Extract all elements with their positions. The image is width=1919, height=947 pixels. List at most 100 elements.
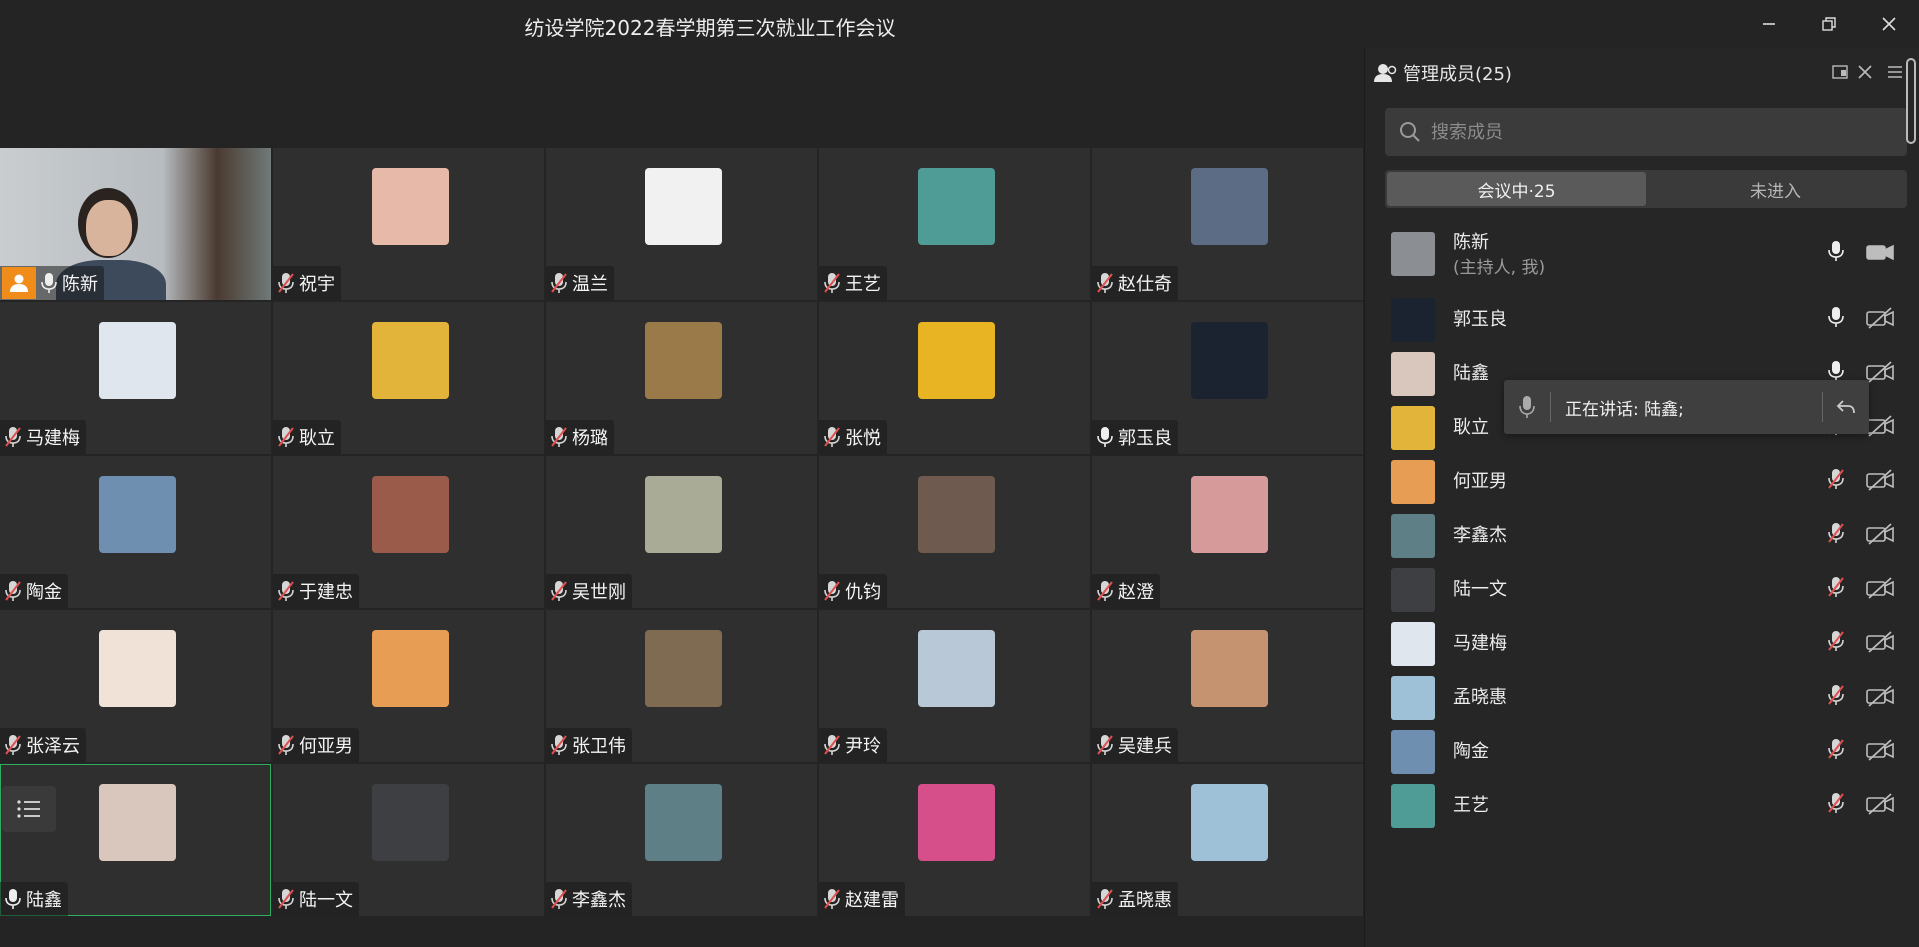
mic-muted-icon xyxy=(1828,523,1844,543)
participant-tile[interactable]: 仇钧 xyxy=(819,456,1090,608)
participant-tile[interactable]: 张悦 xyxy=(819,302,1090,454)
member-camera-toggle[interactable] xyxy=(1865,522,1897,548)
mic-muted-icon xyxy=(824,889,840,909)
close-window-button[interactable] xyxy=(1874,10,1904,38)
avatar xyxy=(372,630,449,707)
participant-label: 仇钧 xyxy=(819,574,887,608)
member-mic-toggle[interactable] xyxy=(1827,630,1851,656)
participant-tile[interactable]: 尹玲 xyxy=(819,610,1090,762)
member-mic-toggle[interactable] xyxy=(1827,738,1851,764)
participant-label: 杨璐 xyxy=(546,420,614,454)
tab-not-joined[interactable]: 未进入 xyxy=(1646,172,1905,206)
avatar xyxy=(918,322,995,399)
minimize-button[interactable] xyxy=(1754,10,1784,38)
member-avatar xyxy=(1391,784,1435,828)
member-search[interactable] xyxy=(1385,108,1907,156)
return-icon xyxy=(1836,400,1855,414)
participant-tile[interactable]: 孟晓惠 xyxy=(1092,764,1363,916)
participant-tile[interactable]: 张卫伟 xyxy=(546,610,817,762)
member-name: 王艺 xyxy=(1453,795,1489,816)
participant-label: 李鑫杰 xyxy=(546,882,632,916)
avatar xyxy=(645,784,722,861)
participant-tile[interactable]: 耿立 xyxy=(273,302,544,454)
member-camera-toggle[interactable] xyxy=(1865,738,1897,764)
participant-tile[interactable]: 马建梅 xyxy=(0,302,271,454)
popout-panel-button[interactable] xyxy=(1831,62,1853,84)
close-panel-button[interactable] xyxy=(1855,62,1877,84)
avatar xyxy=(645,322,722,399)
tile-menu-button[interactable] xyxy=(2,786,56,832)
member-camera-toggle[interactable] xyxy=(1865,360,1897,386)
participant-tile[interactable]: 赵澄 xyxy=(1092,456,1363,608)
member-camera-toggle[interactable] xyxy=(1865,576,1897,602)
member-avatar xyxy=(1391,676,1435,720)
panel-menu-button[interactable] xyxy=(1885,62,1907,84)
video-grid: 陈新 祝宇 温兰 王艺 赵仕奇马建梅 耿立 杨璐 张悦 郭玉良陶金 于建忠 吴世刚 仇钧 赵澄张泽云 何亚… xyxy=(0,148,1363,918)
participant-tile[interactable]: 李鑫杰 xyxy=(546,764,817,916)
participant-name: 吴建兵 xyxy=(1118,736,1172,757)
participant-tile[interactable]: 吴世刚 xyxy=(546,456,817,608)
camera-off-icon xyxy=(1866,469,1894,491)
participant-tile[interactable]: 郭玉良 xyxy=(1092,302,1363,454)
mic-icon xyxy=(1097,427,1113,447)
member-mic-toggle[interactable] xyxy=(1827,468,1851,494)
participant-label: 陆鑫 xyxy=(0,882,68,916)
member-camera-toggle[interactable] xyxy=(1865,468,1897,494)
mic-muted-icon xyxy=(275,270,297,296)
mic-muted-icon xyxy=(551,889,567,909)
member-mic-toggle[interactable] xyxy=(1827,684,1851,710)
camera-off-icon xyxy=(1866,415,1894,437)
participant-tile[interactable]: 祝宇 xyxy=(273,148,544,300)
participant-tile[interactable]: 陆一文 xyxy=(273,764,544,916)
member-mic-toggle[interactable] xyxy=(1827,522,1851,548)
mic-muted-icon xyxy=(2,578,24,604)
mic-muted-icon xyxy=(5,581,21,601)
participant-tile[interactable]: 赵仕奇 xyxy=(1092,148,1363,300)
avatar xyxy=(1191,476,1268,553)
member-name: 李鑫杰 xyxy=(1453,525,1507,546)
camera-off-icon xyxy=(1866,523,1894,545)
avatar xyxy=(918,630,995,707)
mic-muted-icon xyxy=(824,581,840,601)
mic-muted-icon xyxy=(548,270,570,296)
avatar xyxy=(99,476,176,553)
member-mic-toggle[interactable] xyxy=(1827,576,1851,602)
member-camera-toggle[interactable] xyxy=(1865,306,1897,332)
member-camera-toggle[interactable] xyxy=(1865,240,1897,266)
participant-tile[interactable]: 温兰 xyxy=(546,148,817,300)
participant-tile[interactable]: 吴建兵 xyxy=(1092,610,1363,762)
avatar xyxy=(372,322,449,399)
participant-tile[interactable]: 王艺 xyxy=(819,148,1090,300)
member-camera-toggle[interactable] xyxy=(1865,630,1897,656)
member-mic-toggle[interactable] xyxy=(1827,306,1851,332)
participant-tile[interactable]: 陆鑫 xyxy=(0,764,271,916)
member-camera-toggle[interactable] xyxy=(1865,414,1897,440)
participant-label: 于建忠 xyxy=(273,574,359,608)
avatar xyxy=(99,322,176,399)
member-mic-toggle[interactable] xyxy=(1827,792,1851,818)
participant-tile[interactable]: 赵建雷 xyxy=(819,764,1090,916)
member-row[interactable]: 陈新 (主持人, 我) xyxy=(1365,220,1919,286)
avatar xyxy=(372,784,449,861)
search-input[interactable] xyxy=(1431,121,1871,143)
participant-tile[interactable]: 陈新 xyxy=(0,148,271,300)
participant-tile[interactable]: 何亚男 xyxy=(273,610,544,762)
participant-label: 陈新 xyxy=(0,266,104,300)
tab-in-meeting[interactable]: 会议中·25 xyxy=(1387,172,1646,206)
participant-name: 尹玲 xyxy=(845,736,881,757)
participant-name: 仇钧 xyxy=(845,582,881,603)
participant-tile[interactable]: 杨璐 xyxy=(546,302,817,454)
window-title: 纺设学院2022春学期第三次就业工作会议 xyxy=(524,16,896,40)
member-camera-toggle[interactable] xyxy=(1865,792,1897,818)
member-camera-toggle[interactable] xyxy=(1865,684,1897,710)
member-mic-toggle[interactable] xyxy=(1827,240,1851,266)
collapse-toast-button[interactable] xyxy=(1823,398,1869,416)
participant-label: 何亚男 xyxy=(273,728,359,762)
restore-button[interactable] xyxy=(1814,10,1844,38)
participant-tile[interactable]: 于建忠 xyxy=(273,456,544,608)
member-row[interactable]: 王艺 xyxy=(1365,772,1919,838)
participant-tile[interactable]: 张泽云 xyxy=(0,610,271,762)
speaking-text: 正在讲话: 陆鑫; xyxy=(1565,399,1684,420)
participant-tile[interactable]: 陶金 xyxy=(0,456,271,608)
participant-label: 郭玉良 xyxy=(1092,420,1178,454)
